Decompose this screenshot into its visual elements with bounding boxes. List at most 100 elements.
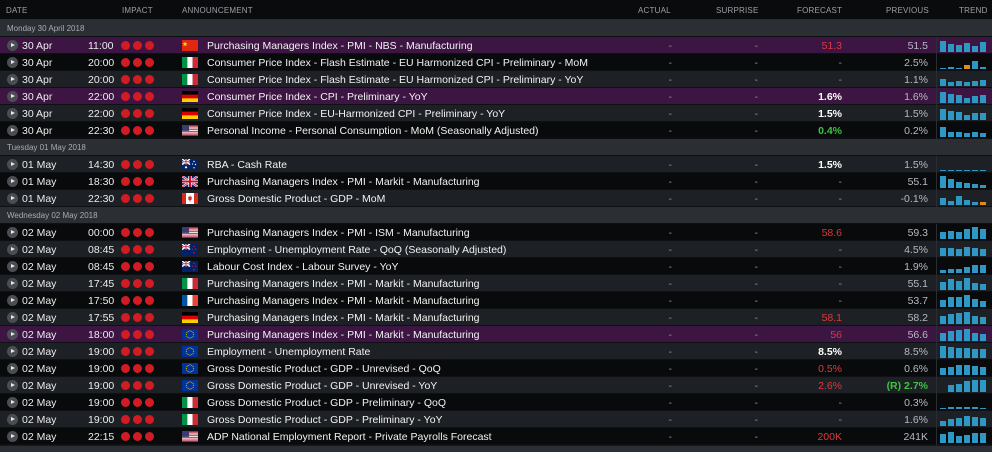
announcement-name[interactable]: Purchasing Managers Index - PMI - NBS - … xyxy=(207,40,473,52)
announcement-name[interactable]: Personal Income - Personal Consumption -… xyxy=(207,125,539,137)
announcement-name[interactable]: Purchasing Managers Index - PMI - Markit… xyxy=(207,329,480,341)
column-header-announcement[interactable]: ANNOUNCEMENT xyxy=(182,6,253,15)
trend-bar xyxy=(972,283,978,290)
table-row[interactable]: 02 May 08:45 Employment - Unemployment Rat… xyxy=(0,241,992,258)
table-row[interactable]: 02 May 17:55 Purchasing Managers Index - P… xyxy=(0,309,992,326)
trend-sparkline[interactable] xyxy=(936,105,992,122)
expand-arrow-icon[interactable] xyxy=(7,57,18,68)
expand-arrow-icon[interactable] xyxy=(7,431,18,442)
column-header-date[interactable]: DATE xyxy=(6,6,28,15)
trend-sparkline[interactable] xyxy=(936,275,992,292)
trend-sparkline[interactable] xyxy=(936,394,992,411)
table-row[interactable]: 30 Apr 22:00 Consumer Price Index - EU-Har… xyxy=(0,105,992,122)
expand-arrow-icon[interactable] xyxy=(7,329,18,340)
trend-sparkline[interactable] xyxy=(936,122,992,139)
announcement-name[interactable]: Gross Domestic Product - GDP - Unrevised… xyxy=(207,363,441,375)
column-header-previous[interactable]: PREVIOUS xyxy=(886,6,929,15)
table-row[interactable]: 02 May 19:00 Gross Domestic Product - GDP … xyxy=(0,394,992,411)
expand-arrow-icon[interactable] xyxy=(7,414,18,425)
announcement-name[interactable]: Gross Domestic Product - GDP - MoM xyxy=(207,193,385,205)
trend-sparkline[interactable] xyxy=(936,88,992,105)
table-row[interactable]: 02 May 18:00 Purchasing Managers Index - P… xyxy=(0,326,992,343)
trend-sparkline[interactable] xyxy=(936,292,992,309)
announcement-name[interactable]: Purchasing Managers Index - PMI - ISM - … xyxy=(207,227,470,239)
trend-bar xyxy=(972,170,978,171)
table-row[interactable]: 30 Apr 20:00 Consumer Price Index - Flash … xyxy=(0,71,992,88)
trend-sparkline[interactable] xyxy=(936,156,992,173)
table-row[interactable]: 02 May 00:00 Purchasing Managers Index - P… xyxy=(0,224,992,241)
announcement-name[interactable]: Gross Domestic Product - GDP - Prelimina… xyxy=(207,397,446,409)
table-row[interactable]: 02 May 22:15 ADP National Employment Repor… xyxy=(0,428,992,445)
expand-arrow-icon[interactable] xyxy=(7,295,18,306)
expand-arrow-icon[interactable] xyxy=(7,244,18,255)
trend-sparkline[interactable] xyxy=(936,224,992,241)
expand-arrow-icon[interactable] xyxy=(7,346,18,357)
row-date: 01 May xyxy=(22,176,57,188)
expand-arrow-icon[interactable] xyxy=(7,312,18,323)
table-row[interactable]: 02 May 08:45 Labour Cost Index - Labour Su… xyxy=(0,258,992,275)
table-row[interactable]: 02 May 17:45 Purchasing Managers Index - P… xyxy=(0,275,992,292)
trend-sparkline[interactable] xyxy=(936,309,992,326)
announcement-name[interactable]: Gross Domestic Product - GDP - Prelimina… xyxy=(207,414,443,426)
trend-sparkline[interactable] xyxy=(936,428,992,445)
expand-arrow-icon[interactable] xyxy=(7,176,18,187)
announcement-name[interactable]: Employment - Unemployment Rate - QoQ (Se… xyxy=(207,244,506,256)
expand-arrow-icon[interactable] xyxy=(7,380,18,391)
trend-sparkline[interactable] xyxy=(936,343,992,360)
announcement-name[interactable]: Gross Domestic Product - GDP - Unrevised… xyxy=(207,380,437,392)
trend-sparkline[interactable] xyxy=(936,241,992,258)
expand-arrow-icon[interactable] xyxy=(7,40,18,51)
table-row[interactable]: 02 May 19:00 Gross Domestic Product - GDP … xyxy=(0,377,992,394)
announcement-name[interactable]: Consumer Price Index - CPI - Preliminary… xyxy=(207,91,428,103)
column-header-impact[interactable]: IMPACT xyxy=(122,6,153,15)
table-row[interactable]: 30 Apr 20:00 Consumer Price Index - Flash … xyxy=(0,54,992,71)
expand-arrow-icon[interactable] xyxy=(7,227,18,238)
table-row[interactable]: 30 Apr 11:00 Purchasing Managers Index - P… xyxy=(0,37,992,54)
trend-sparkline[interactable] xyxy=(936,71,992,88)
table-row[interactable]: 01 May 18:30 Purchasing Managers Index - P… xyxy=(0,173,992,190)
announcement-name[interactable]: Purchasing Managers Index - PMI - Markit… xyxy=(207,312,480,324)
table-row[interactable]: 02 May 17:50 Purchasing Managers Index - P… xyxy=(0,292,992,309)
expand-arrow-icon[interactable] xyxy=(7,261,18,272)
announcement-name[interactable]: Purchasing Managers Index - PMI - Markit… xyxy=(207,278,480,290)
column-header-surprise[interactable]: SURPRISE xyxy=(716,6,759,15)
expand-arrow-icon[interactable] xyxy=(7,125,18,136)
announcement-name[interactable]: Employment - Unemployment Rate xyxy=(207,346,370,358)
column-header-trend[interactable]: TREND xyxy=(959,6,988,15)
announcement-name[interactable]: Consumer Price Index - EU-Harmonized CPI… xyxy=(207,108,505,120)
expand-arrow-icon[interactable] xyxy=(7,278,18,289)
expand-arrow-icon[interactable] xyxy=(7,363,18,374)
expand-arrow-icon[interactable] xyxy=(7,193,18,204)
expand-arrow-icon[interactable] xyxy=(7,397,18,408)
table-row[interactable]: 01 May 14:30 RBA - Cash Rate - - 1.5% 1.5% xyxy=(0,156,992,173)
announcement-name[interactable]: Consumer Price Index - Flash Estimate - … xyxy=(207,57,588,69)
table-row[interactable]: 02 May 19:00 Gross Domestic Product - GDP … xyxy=(0,360,992,377)
column-header-forecast[interactable]: FORECAST xyxy=(797,6,842,15)
announcement-name[interactable]: ADP National Employment Report - Private… xyxy=(207,431,492,443)
announcement-name[interactable]: Labour Cost Index - Labour Survey - YoY xyxy=(207,261,398,273)
trend-sparkline[interactable] xyxy=(936,411,992,428)
trend-sparkline[interactable] xyxy=(936,54,992,71)
trend-sparkline[interactable] xyxy=(936,190,992,207)
trend-sparkline[interactable] xyxy=(936,37,992,54)
column-header-actual[interactable]: ACTUAL xyxy=(638,6,671,15)
trend-sparkline[interactable] xyxy=(936,258,992,275)
expand-arrow-icon[interactable] xyxy=(7,159,18,170)
table-row[interactable]: 02 May 19:00 Gross Domestic Product - GDP … xyxy=(0,411,992,428)
expand-arrow-icon[interactable] xyxy=(7,74,18,85)
table-row[interactable]: 02 May 19:00 Employment - Unemployment Rat… xyxy=(0,343,992,360)
trend-sparkline[interactable] xyxy=(936,326,992,343)
trend-sparkline[interactable] xyxy=(936,173,992,190)
table-row[interactable]: 30 Apr 22:00 Consumer Price Index - CPI - … xyxy=(0,88,992,105)
trend-sparkline[interactable] xyxy=(936,377,992,394)
announcement-name[interactable]: Purchasing Managers Index - PMI - Markit… xyxy=(207,176,480,188)
trend-sparkline[interactable] xyxy=(936,360,992,377)
forecast-value: 200K xyxy=(817,431,842,443)
announcement-name[interactable]: Purchasing Managers Index - PMI - Markit… xyxy=(207,295,480,307)
table-row[interactable]: 01 May 22:30 Gross Domestic Product - GDP … xyxy=(0,190,992,207)
announcement-name[interactable]: RBA - Cash Rate xyxy=(207,159,287,171)
expand-arrow-icon[interactable] xyxy=(7,108,18,119)
table-row[interactable]: 30 Apr 22:30 Personal Income - Personal Co… xyxy=(0,122,992,139)
announcement-name[interactable]: Consumer Price Index - Flash Estimate - … xyxy=(207,74,583,86)
expand-arrow-icon[interactable] xyxy=(7,91,18,102)
